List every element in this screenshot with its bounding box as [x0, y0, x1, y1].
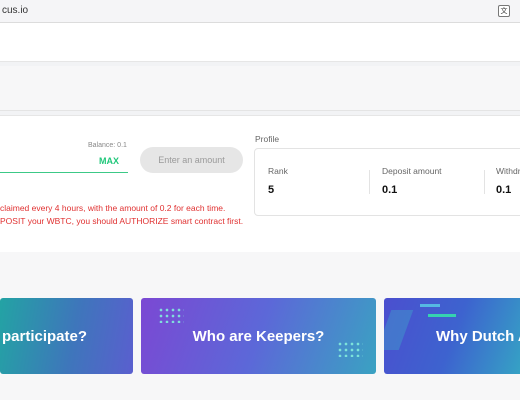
max-button[interactable]: MAX [99, 156, 119, 166]
profile-divider [369, 170, 370, 194]
dutch-auction-banner[interactable]: Why Dutch Au [384, 298, 520, 374]
withdraw-label: Withdr [496, 166, 520, 176]
translate-icon[interactable]: 文 [498, 5, 510, 17]
balance-label: Balance: 0.1 [88, 142, 127, 149]
keepers-banner-label: Who are Keepers? [192, 327, 325, 345]
browser-address-bar[interactable]: cus.io 文 [0, 0, 520, 23]
authorize-info-message: POSIT your WBTC, you should AUTHORIZE sm… [0, 216, 244, 226]
participate-banner-label: participate? [2, 327, 88, 345]
enter-amount-button[interactable]: Enter an amount [140, 147, 243, 173]
profile-divider [484, 170, 485, 194]
deposit-amount-value: 0.1 [382, 184, 398, 196]
deposit-amount-label: Deposit amount [382, 166, 442, 176]
amount-input-underline[interactable] [0, 172, 128, 173]
profile-card [254, 148, 520, 216]
participate-banner[interactable]: participate? [0, 298, 133, 374]
dutch-auction-banner-label: Why Dutch Au [436, 327, 520, 345]
rank-label: Rank [268, 166, 288, 176]
url-text[interactable]: cus.io [2, 5, 28, 16]
shape-decoration [384, 310, 414, 350]
rank-value: 5 [268, 184, 275, 196]
keepers-banner[interactable]: Who are Keepers? [141, 298, 376, 374]
profile-title: Profile [255, 134, 280, 144]
toolbar-strip [0, 66, 520, 111]
header-strip [0, 23, 520, 62]
claim-info-message: claimed every 4 hours, with the amount o… [0, 203, 226, 213]
withdraw-value: 0.1 [496, 184, 512, 196]
